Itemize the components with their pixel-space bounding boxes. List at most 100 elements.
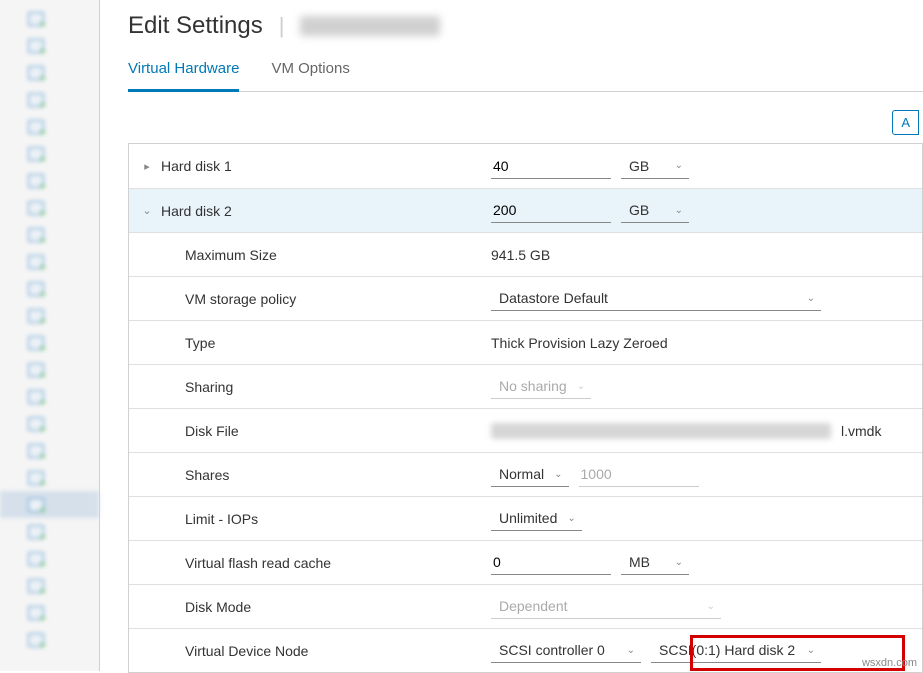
tree-item[interactable] <box>0 86 99 113</box>
storage-policy-row: VM storage policy Datastore Default ⌄ <box>129 276 922 320</box>
tree-item[interactable] <box>0 626 99 653</box>
header-separator: | <box>279 13 285 39</box>
vfrc-amount-input[interactable] <box>491 550 611 575</box>
vm-icon <box>28 12 44 26</box>
vm-icon <box>28 417 44 431</box>
tree-item[interactable] <box>0 113 99 140</box>
vm-icon <box>28 363 44 377</box>
vfrc-row: Virtual flash read cache MB ⌄ <box>129 540 922 584</box>
select-value: Normal <box>499 466 544 482</box>
hard-disk-2-size-input[interactable] <box>491 198 611 223</box>
tree-item[interactable] <box>0 59 99 86</box>
tree-item[interactable] <box>0 248 99 275</box>
vdn-controller-select[interactable]: SCSI controller 0 ⌄ <box>491 638 641 663</box>
tree-item[interactable] <box>0 545 99 572</box>
chevron-right-icon: ▸ <box>141 160 153 172</box>
storage-policy-label: VM storage policy <box>185 291 296 307</box>
hard-disk-1-size-input[interactable] <box>491 154 611 179</box>
limit-iops-select[interactable]: Unlimited ⌄ <box>491 506 582 531</box>
storage-policy-select[interactable]: Datastore Default ⌄ <box>491 286 821 311</box>
tree-item[interactable] <box>0 32 99 59</box>
select-value: Unlimited <box>499 510 557 526</box>
hard-disk-2-size-unit-select[interactable]: GB ⌄ <box>621 198 689 223</box>
tree-item[interactable] <box>0 572 99 599</box>
select-value: GB <box>629 202 649 218</box>
disk-mode-label: Disk Mode <box>185 599 251 615</box>
type-row: Type Thick Provision Lazy Zeroed <box>129 320 922 364</box>
hard-disk-1-label: Hard disk 1 <box>161 158 232 174</box>
chevron-down-icon: ⌄ <box>567 513 575 524</box>
chevron-down-icon: ⌄ <box>807 293 815 304</box>
shares-amount-input[interactable] <box>579 462 699 487</box>
vm-icon <box>28 552 44 566</box>
vm-icon <box>28 444 44 458</box>
type-value: Thick Provision Lazy Zeroed <box>491 335 668 351</box>
tree-item[interactable] <box>0 194 99 221</box>
vm-icon <box>28 606 44 620</box>
tree-item[interactable] <box>0 491 99 518</box>
select-value: MB <box>629 554 650 570</box>
hardware-settings-panel: ▸ Hard disk 1 GB ⌄ ⌄ Hard disk 2 GB <box>128 143 923 673</box>
tree-item[interactable] <box>0 140 99 167</box>
vm-icon <box>28 93 44 107</box>
disk-file-path-redacted <box>491 423 831 439</box>
dialog-title: Edit Settings <box>128 12 263 40</box>
shares-level-select[interactable]: Normal ⌄ <box>491 462 569 487</box>
hard-disk-2-row[interactable]: ⌄ Hard disk 2 GB ⌄ <box>129 188 922 232</box>
sharing-select[interactable]: No sharing ⌄ <box>491 374 591 399</box>
tree-item[interactable] <box>0 5 99 32</box>
vm-icon <box>28 201 44 215</box>
edit-settings-dialog: Edit Settings | Virtual Hardware VM Opti… <box>100 0 923 671</box>
vm-icon <box>28 336 44 350</box>
tree-item[interactable] <box>0 410 99 437</box>
tree-item[interactable] <box>0 599 99 626</box>
vm-icon <box>28 390 44 404</box>
vm-icon <box>28 579 44 593</box>
maximum-size-value: 941.5 GB <box>491 247 550 263</box>
tree-item[interactable] <box>0 167 99 194</box>
vm-icon <box>28 120 44 134</box>
chevron-down-icon: ⌄ <box>554 469 562 480</box>
hard-disk-2-label: Hard disk 2 <box>161 203 232 219</box>
tree-item[interactable] <box>0 356 99 383</box>
limit-iops-label: Limit - IOPs <box>185 511 258 527</box>
vm-icon <box>28 525 44 539</box>
tree-item[interactable] <box>0 464 99 491</box>
tree-item[interactable] <box>0 437 99 464</box>
select-value: Dependent <box>499 598 568 614</box>
vm-icon <box>28 228 44 242</box>
chevron-down-icon: ⌄ <box>675 160 683 171</box>
select-value: No sharing <box>499 378 567 394</box>
maximum-size-label: Maximum Size <box>185 247 277 263</box>
virtual-device-node-row: Virtual Device Node SCSI controller 0 ⌄ … <box>129 628 922 672</box>
tree-item[interactable] <box>0 518 99 545</box>
hard-disk-1-row[interactable]: ▸ Hard disk 1 GB ⌄ <box>129 144 922 188</box>
vfrc-unit-select[interactable]: MB ⌄ <box>621 550 689 575</box>
tree-item[interactable] <box>0 302 99 329</box>
select-value: SCSI(0:1) Hard disk 2 <box>659 642 795 658</box>
add-device-button[interactable]: A <box>892 110 919 135</box>
type-label: Type <box>185 335 215 351</box>
shares-label: Shares <box>185 467 229 483</box>
tree-item[interactable] <box>0 221 99 248</box>
disk-file-label: Disk File <box>185 423 239 439</box>
watermark: wsxdn.com <box>862 657 917 669</box>
chevron-down-icon: ⌄ <box>707 601 715 612</box>
tree-item[interactable] <box>0 383 99 410</box>
tree-item[interactable] <box>0 275 99 302</box>
vdn-node-select[interactable]: SCSI(0:1) Hard disk 2 ⌄ <box>651 638 821 663</box>
vm-icon <box>28 498 44 512</box>
vm-icon <box>28 282 44 296</box>
tree-item[interactable] <box>0 329 99 356</box>
vm-inventory-sidebar <box>0 0 100 671</box>
chevron-down-icon: ⌄ <box>675 557 683 568</box>
hard-disk-1-size-unit-select[interactable]: GB ⌄ <box>621 154 689 179</box>
disk-file-row: Disk File l.vmdk <box>129 408 922 452</box>
vm-icon <box>28 309 44 323</box>
vm-name-redacted <box>300 16 440 36</box>
tab-virtual-hardware[interactable]: Virtual Hardware <box>128 60 239 92</box>
tab-vm-options[interactable]: VM Options <box>271 60 349 91</box>
vm-icon <box>28 66 44 80</box>
vm-icon <box>28 39 44 53</box>
disk-mode-select[interactable]: Dependent ⌄ <box>491 594 721 619</box>
